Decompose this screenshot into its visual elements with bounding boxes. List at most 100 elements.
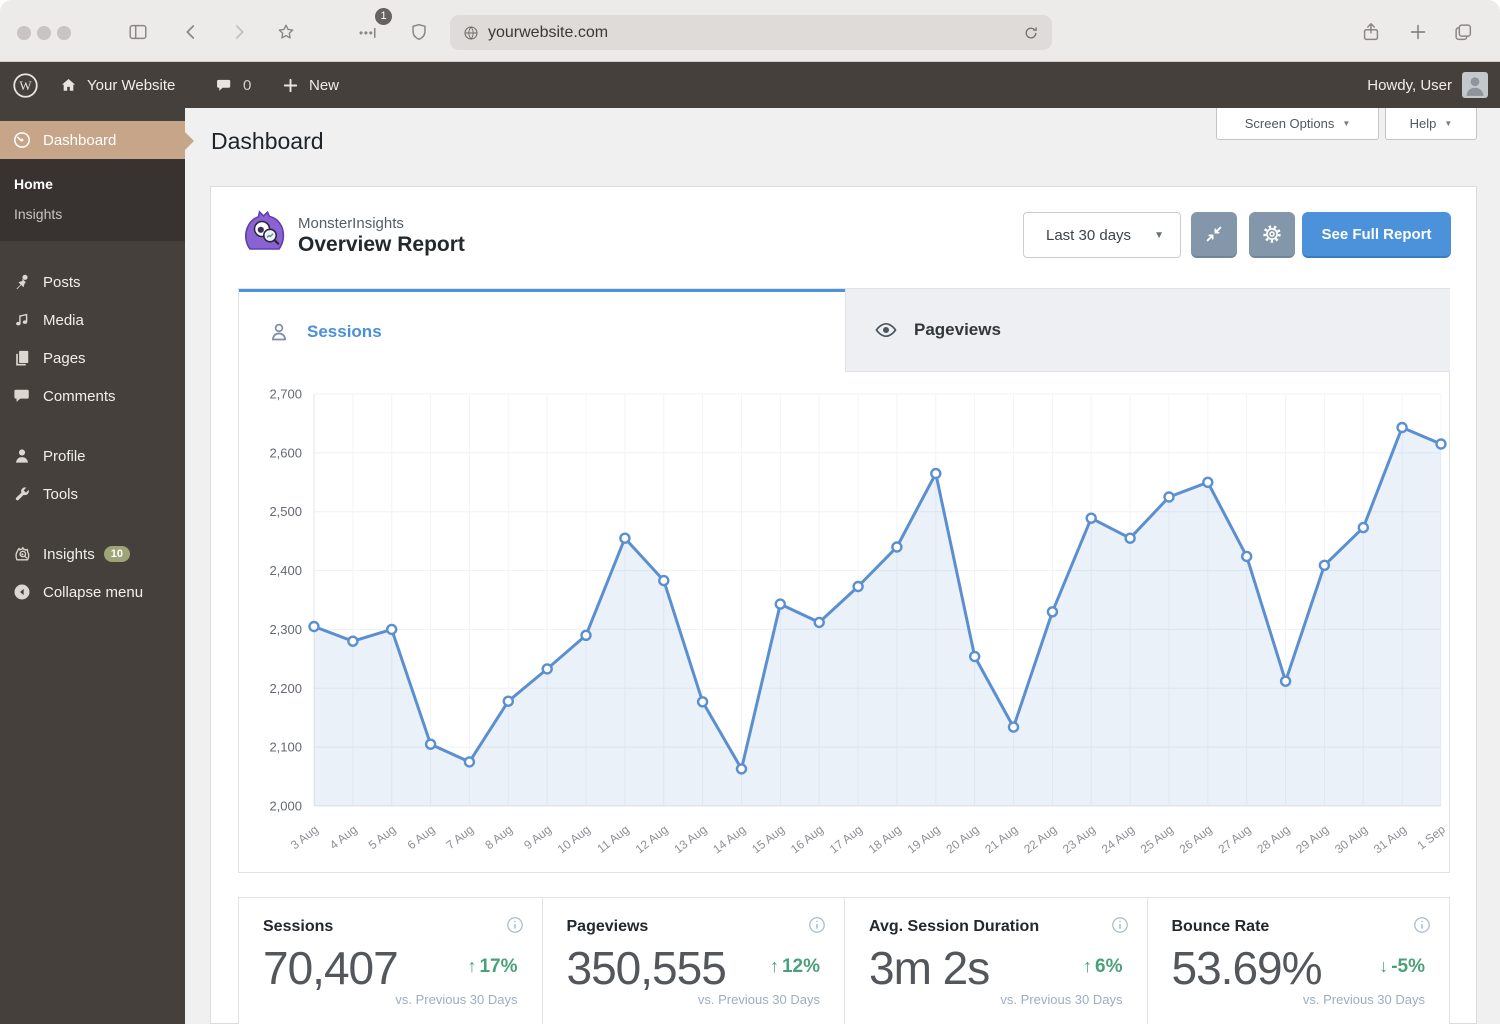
sidebar-item-posts[interactable]: Posts [0,263,185,301]
svg-text:2,000: 2,000 [269,799,302,814]
sidebar-item-collapse-menu[interactable]: Collapse menu [0,573,185,611]
sidebar-item-label: Dashboard [43,132,116,149]
stat-value: 53.69% [1172,942,1322,995]
sessions-chart: 2,0002,1002,2002,3002,4002,5002,6002,700… [239,372,1449,872]
sidebar-item-tools[interactable]: Tools [0,475,185,513]
sidebar-item-media[interactable]: Media [0,301,185,339]
stat-value: 3m 2s [869,942,989,995]
see-full-report-button[interactable]: See Full Report [1302,212,1451,258]
stat-delta: ↑12% [770,956,820,978]
stat-compare: vs. Previous 30 Days [395,992,517,1007]
brand-name: MonsterInsights [298,215,404,232]
sidebar-item-dashboard[interactable]: Dashboard [0,121,185,159]
collapse-arrows-icon [1203,223,1225,245]
stat-delta-value: 12% [782,956,820,977]
admin-bar-new[interactable]: New [280,62,339,108]
sidebar-item-comments[interactable]: Comments [0,377,185,415]
window-close-button[interactable] [17,26,31,40]
forward-icon[interactable] [228,21,250,43]
svg-text:25 Aug: 25 Aug [1138,822,1176,856]
monsterinsights-logo [240,208,288,256]
info-icon[interactable] [506,916,524,934]
admin-bar-site[interactable]: Your Website [58,62,175,108]
svg-text:14 Aug: 14 Aug [710,822,748,856]
privacy-shield-icon[interactable] [408,21,430,43]
svg-text:11 Aug: 11 Aug [594,822,631,855]
tab-sessions[interactable]: Sessions [239,289,845,372]
info-icon[interactable] [1413,916,1431,934]
submenu-item-home[interactable]: Home [0,169,185,199]
svg-text:26 Aug: 26 Aug [1177,822,1215,856]
sidebar-toggle-icon[interactable] [127,21,149,43]
svg-text:4 Aug: 4 Aug [327,822,360,852]
svg-text:18 Aug: 18 Aug [866,822,904,856]
info-icon[interactable] [808,916,826,934]
wrench-icon [12,484,32,504]
svg-text:19 Aug: 19 Aug [905,822,943,856]
svg-text:2,100: 2,100 [269,740,302,755]
back-icon[interactable] [180,21,202,43]
svg-text:20 Aug: 20 Aug [943,822,981,856]
svg-text:2,300: 2,300 [269,622,302,637]
share-icon[interactable] [1360,21,1382,43]
chevron-down-icon: ▼ [1154,230,1164,241]
extensions-icon[interactable] [356,21,378,43]
address-bar[interactable]: yourwebsite.com [450,15,1052,50]
tab-pageviews[interactable]: Pageviews [845,289,1450,372]
wordpress-logo-icon[interactable]: W [12,62,39,108]
info-icon[interactable] [1111,916,1129,934]
collapse-widget-button[interactable] [1191,212,1237,258]
bookmark-star-icon[interactable] [275,21,297,43]
admin-sidebar: Dashboard Home Insights Posts Media Page… [0,108,185,1024]
reload-icon[interactable] [1022,24,1040,42]
window-zoom-button[interactable] [57,26,71,40]
svg-text:5 Aug: 5 Aug [366,822,399,852]
svg-text:15 Aug: 15 Aug [749,822,787,856]
sidebar-item-label: Insights [43,546,95,563]
sidebar-item-label: Comments [43,388,116,405]
sidebar-item-pages[interactable]: Pages [0,339,185,377]
date-range-select[interactable]: Last 30 days ▼ [1023,212,1181,258]
help-button[interactable]: Help▼ [1385,108,1477,140]
date-range-value: Last 30 days [1046,227,1131,244]
stat-card-bounce-rate: Bounce Rate 53.69% ↓-5% vs. Previous 30 … [1147,898,1450,1024]
browser-window: 1 yourwebsite.com W Your [0,0,1500,1024]
screen-options-label: Screen Options [1245,116,1335,131]
sidebar-item-label: Collapse menu [43,584,143,601]
summary-stats-row: Sessions 70,407 ↑17% vs. Previous 30 Day… [238,897,1450,1024]
report-tabs-container: Sessions Pageviews 2,0002,1002,2002,3002… [238,288,1450,873]
user-avatar[interactable] [1462,72,1488,98]
admin-bar-comments[interactable]: 0 [214,62,251,108]
active-menu-arrow [185,132,194,150]
stat-delta: ↑6% [1083,956,1122,978]
settings-button[interactable] [1249,212,1295,258]
submenu-item-insights[interactable]: Insights [0,199,185,229]
sidebar-item-profile[interactable]: Profile [0,437,185,475]
stat-card-pageviews: Pageviews 350,555 ↑12% vs. Previous 30 D… [542,898,845,1024]
screen-options-button[interactable]: Screen Options ▼ [1216,108,1379,140]
tab-label: Pageviews [914,320,1001,340]
svg-text:23 Aug: 23 Aug [1060,822,1098,856]
svg-text:28 Aug: 28 Aug [1254,822,1292,856]
down-arrow-icon: ↓ [1379,956,1388,976]
svg-text:31 Aug: 31 Aug [1371,822,1409,856]
insights-badge: 10 [104,546,130,562]
sidebar-item-label: Media [43,312,84,329]
gear-icon [1261,223,1283,245]
browser-toolbar: 1 yourwebsite.com [0,0,1500,62]
window-minimize-button[interactable] [37,26,51,40]
eye-icon [874,318,898,342]
stat-delta-value: -5% [1391,956,1425,977]
howdy-user[interactable]: Howdy, User [1367,62,1452,108]
stat-title: Sessions [263,918,333,936]
site-name: Your Website [87,77,175,94]
stat-title: Pageviews [567,918,649,936]
monsterinsights-mascot-icon [12,544,32,564]
new-tab-icon[interactable] [1407,21,1429,43]
sidebar-item-insights[interactable]: Insights 10 [0,535,185,573]
chevron-down-icon: ▼ [1342,119,1350,128]
chevron-down-icon: ▼ [1444,119,1452,128]
url-text[interactable]: yourwebsite.com [488,24,1022,42]
svg-text:21 Aug: 21 Aug [982,822,1020,856]
tab-overview-icon[interactable] [1452,21,1474,43]
